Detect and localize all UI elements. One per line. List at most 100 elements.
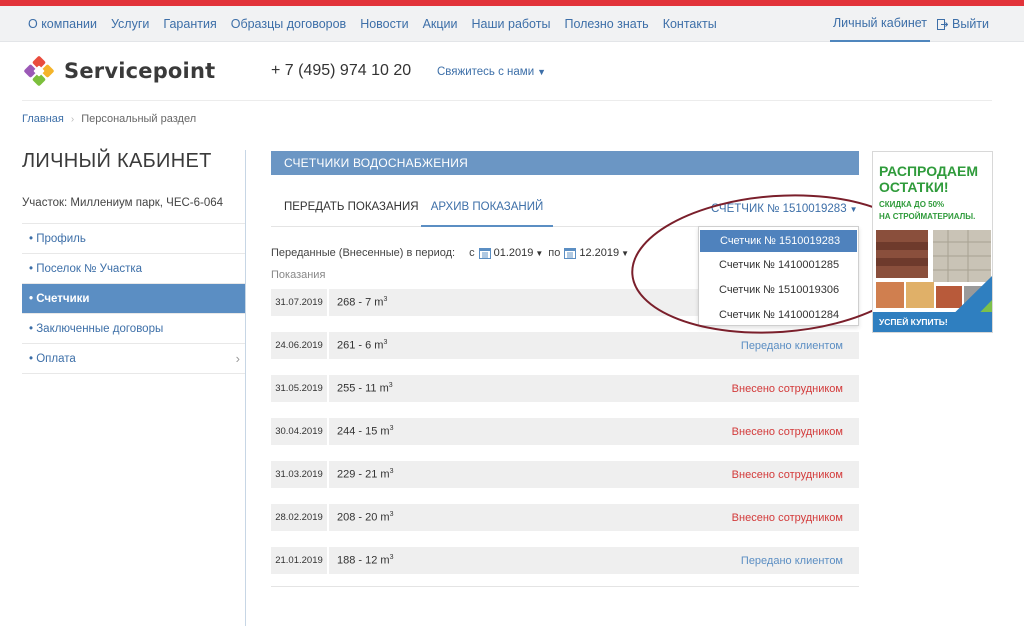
reading-date: 31.07.2019 [271, 289, 329, 316]
main-menu: О компании Услуги Гарантия Образцы догов… [28, 6, 731, 42]
header-divider [22, 100, 992, 101]
promo-subtitle: СКИДКА ДО 50% НА СТРОЙМАТЕРИАЛЫ. [879, 200, 976, 221]
tab-submit-readings[interactable]: ПЕРЕДАТЬ ПОКАЗАНИЯ [284, 201, 419, 227]
caret-down-icon: ▼ [849, 205, 858, 214]
chevron-right-icon: › [235, 351, 240, 366]
site-header: Servicepoint + 7 (495) 974 10 20 Свяжите… [0, 42, 1024, 102]
reading-value: 268 - 7 m3 [337, 296, 388, 309]
reading-status: Внесено сотрудником [731, 382, 843, 395]
meter-option[interactable]: Счетчик № 1410001285 [699, 252, 858, 277]
logout-label: Выйти [952, 17, 990, 31]
reading-value: 229 - 21 m3 [337, 468, 394, 481]
period-to-label: по [548, 247, 561, 259]
reading-value: 244 - 15 m3 [337, 425, 394, 438]
table-row: 31.03.2019 229 - 21 m3 Внесено сотрудник… [271, 461, 859, 488]
meter-dropdown-menu: Счетчик № 1510019283 Счетчик № 141000128… [698, 226, 859, 326]
caret-down-icon: ▼ [537, 67, 547, 77]
table-row: 28.02.2019 208 - 20 m3 Внесено сотрудник… [271, 504, 859, 531]
period-to-picker[interactable]: 12.2019 ▼ [560, 247, 629, 259]
sidebar-item-label: • Поселок № Участка [29, 262, 143, 275]
meter-option-selected[interactable]: Счетчик № 1510019283 [700, 230, 857, 252]
nav-item-our-works[interactable]: Наши работы [472, 17, 551, 31]
content-divider [271, 586, 859, 587]
reading-status: Внесено сотрудником [731, 425, 843, 438]
table-row: 31.05.2019 255 - 11 m3 Внесено сотрудник… [271, 375, 859, 402]
top-navigation: О компании Услуги Гарантия Образцы догов… [0, 6, 1024, 42]
servicepoint-logo-icon [24, 56, 54, 86]
promo-title: РАСПРОДАЕМ ОСТАТКИ! [879, 163, 978, 195]
tab-readings-archive[interactable]: АРХИВ ПОКАЗАНИЙ [421, 201, 553, 227]
phone-number[interactable]: + 7 (495) 974 10 20 [271, 62, 411, 80]
reading-date: 31.05.2019 [271, 375, 329, 402]
main-content: СЧЕТЧИКИ ВОДОСНАБЖЕНИЯ ПЕРЕДАТЬ ПОКАЗАНИ… [271, 151, 859, 587]
reading-date: 31.03.2019 [271, 461, 329, 488]
sidebar-item-village[interactable]: • Поселок № Участка [22, 254, 246, 284]
sidebar-item-profile[interactable]: • Профиль [22, 224, 246, 254]
contact-us-label: Свяжитесь с нами [437, 66, 535, 78]
sidebar-item-label: • Профиль [29, 232, 86, 245]
logout-icon [937, 18, 948, 30]
brand-logo[interactable]: Servicepoint [22, 54, 215, 88]
calendar-icon [564, 248, 577, 259]
reading-value: 261 - 6 m3 [337, 339, 388, 352]
calendar-icon [478, 248, 491, 259]
reading-date: 30.04.2019 [271, 418, 329, 445]
readings-label: Показания [271, 269, 326, 281]
reading-status: Внесено сотрудником [731, 468, 843, 481]
nav-item-promotions[interactable]: Акции [423, 17, 458, 31]
meter-option[interactable]: Счетчик № 1510019306 [699, 277, 858, 302]
sidebar-item-label: • Счетчики [29, 292, 90, 305]
caret-down-icon: ▼ [621, 248, 630, 258]
reading-status: Передано клиентом [740, 554, 843, 567]
period-from-picker[interactable]: 01.2019 ▼ [475, 247, 544, 259]
plot-info: Участок: Миллениум парк, ЧЕС-6-064 [22, 197, 224, 209]
readings-table: 31.07.2019 268 - 7 m3 24.06.2019 261 - 6… [271, 289, 859, 590]
promo-cta: УСПЕЙ КУПИТЬ! [879, 317, 948, 327]
sidebar-item-contracts[interactable]: • Заключенные договоры [22, 314, 246, 344]
meter-select-value: СЧЕТЧИК № 1510019283 [711, 203, 847, 215]
sidebar-menu: • Профиль • Поселок № Участка • Счетчики… [22, 223, 246, 374]
reading-status: Внесено сотрудником [731, 511, 843, 524]
reading-date: 21.01.2019 [271, 547, 329, 574]
breadcrumb-current: Персональный раздел [81, 113, 197, 125]
reading-date: 24.06.2019 [271, 332, 329, 359]
table-row: 21.01.2019 188 - 12 m3 Передано клиентом [271, 547, 859, 574]
sidebar-item-label: • Оплата [29, 352, 76, 365]
reading-value: 188 - 12 m3 [337, 554, 394, 567]
caret-down-icon: ▼ [535, 248, 544, 258]
nav-item-contacts[interactable]: Контакты [663, 17, 717, 31]
period-to-value: 12.2019 [579, 247, 620, 259]
logout-button[interactable]: Выйти [937, 6, 989, 42]
nav-item-news[interactable]: Новости [360, 17, 408, 31]
meter-option[interactable]: Счетчик № 1410001284 [699, 302, 858, 327]
promo-banner[interactable]: РАСПРОДАЕМ ОСТАТКИ! СКИДКА ДО 50% НА СТР… [872, 151, 993, 333]
period-label: Переданные (Внесенные) в период: [271, 247, 456, 259]
sidebar-item-meters[interactable]: • Счетчики [22, 284, 246, 314]
chevron-right-icon: › [70, 113, 75, 125]
sidebar-divider [245, 150, 246, 626]
nav-item-contract-samples[interactable]: Образцы договоров [231, 17, 346, 31]
table-row: 30.04.2019 244 - 15 m3 Внесено сотрудник… [271, 418, 859, 445]
reading-value: 255 - 11 m3 [337, 382, 393, 395]
tab-bar: ПЕРЕДАТЬ ПОКАЗАНИЯ АРХИВ ПОКАЗАНИЙ [271, 175, 859, 227]
breadcrumb: Главная › Персональный раздел [22, 113, 196, 125]
nav-item-services[interactable]: Услуги [111, 17, 149, 31]
sidebar: ЛИЧНЫЙ КАБИНЕТ Участок: Миллениум парк, … [22, 150, 246, 374]
sidebar-item-payment[interactable]: • Оплата › [22, 344, 246, 374]
nav-personal-cabinet[interactable]: Личный кабинет [830, 6, 930, 42]
nav-item-useful[interactable]: Полезно знать [564, 17, 648, 31]
nav-item-about[interactable]: О компании [28, 17, 97, 31]
contact-us-dropdown[interactable]: Свяжитесь с нами ▼ [437, 66, 546, 78]
meter-select[interactable]: СЧЕТЧИК № 1510019283 ▼ [711, 203, 858, 215]
panel-title: СЧЕТЧИКИ ВОДОСНАБЖЕНИЯ [271, 151, 859, 175]
page-title: ЛИЧНЫЙ КАБИНЕТ [22, 150, 212, 172]
reading-value: 208 - 20 m3 [337, 511, 394, 524]
reading-status: Передано клиентом [740, 339, 843, 352]
nav-item-warranty[interactable]: Гарантия [163, 17, 216, 31]
brand-name: Servicepoint [64, 59, 216, 83]
breadcrumb-home[interactable]: Главная [22, 113, 64, 125]
table-row: 24.06.2019 261 - 6 m3 Передано клиентом [271, 332, 859, 359]
reading-date: 28.02.2019 [271, 504, 329, 531]
period-from-value: 01.2019 [493, 247, 534, 259]
sidebar-item-label: • Заключенные договоры [29, 322, 164, 335]
